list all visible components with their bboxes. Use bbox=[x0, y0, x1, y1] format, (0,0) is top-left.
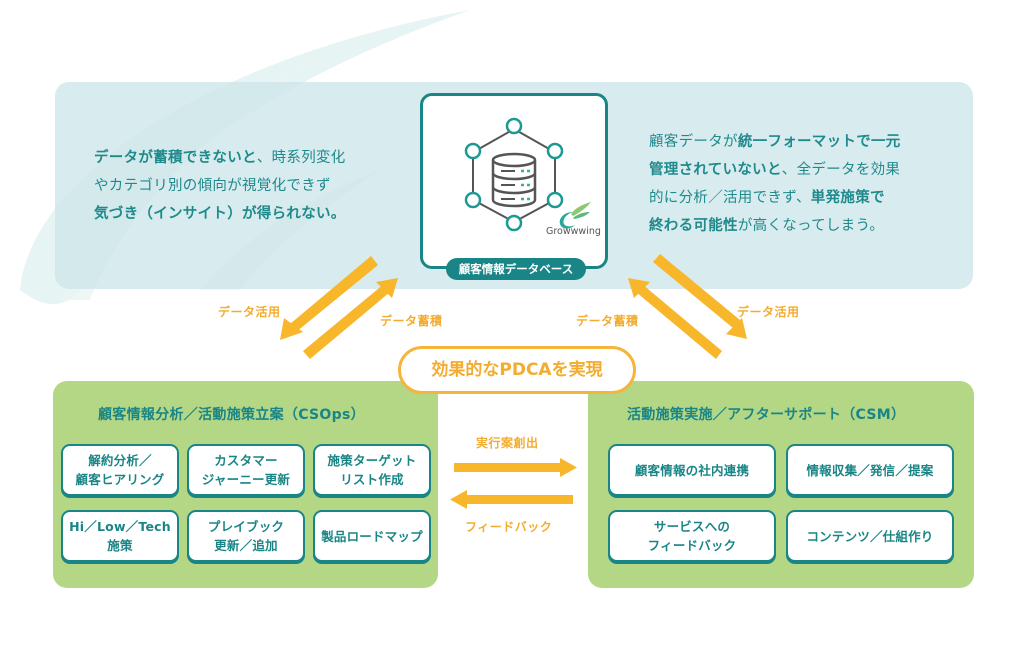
csops-item: Hi／Low／Tech 施策 bbox=[61, 510, 179, 562]
left-line1-bold: データが蓄積できないと bbox=[94, 150, 257, 166]
problem-text-left: データが蓄積できないと、時系列変化 やカテゴリ別の傾向が視覚化できず 気づき（イ… bbox=[94, 144, 394, 228]
right-line4-bold: 終わる可能性 bbox=[649, 218, 738, 234]
right-line2-bold: 管理されていないと bbox=[649, 162, 782, 178]
problem-text-right: 顧客データが統一フォーマットで一元 管理されていないと、全データを効果 的に分析… bbox=[649, 128, 949, 240]
csm-item: サービスへの フィードバック bbox=[608, 510, 776, 562]
csops-item: プレイブック 更新／追加 bbox=[187, 510, 305, 562]
right-line2-rest: 、全データを効果 bbox=[781, 162, 901, 178]
csops-item: 施策ターゲット リスト作成 bbox=[313, 444, 431, 496]
brand-name: Growwwing bbox=[546, 226, 601, 237]
csops-title: 顧客情報分析／活動施策立案（CSOps） bbox=[98, 407, 365, 423]
arrow-feedback-left bbox=[450, 490, 573, 509]
database-network-icon bbox=[464, 117, 591, 232]
arrow-execute-right bbox=[454, 458, 577, 477]
growwwing-logo-icon bbox=[559, 202, 591, 229]
csops-item: カスタマー ジャーニー更新 bbox=[187, 444, 305, 496]
label-left-data-store: データ蓄積 bbox=[380, 314, 443, 328]
left-line3-bold: 気づき（インサイト）が得られない。 bbox=[94, 206, 346, 222]
left-line1-rest: 、時系列変化 bbox=[256, 150, 346, 166]
csm-title: 活動施策実施／アフターサポート（CSM） bbox=[627, 407, 906, 423]
label-execute: 実行案創出 bbox=[476, 436, 539, 450]
right-line4-rest: が高くなってしまう。 bbox=[737, 218, 885, 234]
right-line1-normal: 顧客データが bbox=[649, 134, 738, 150]
arrow-right-data-store bbox=[628, 278, 722, 359]
csm-item: 情報収集／発信／提案 bbox=[786, 444, 954, 496]
csm-item: コンテンツ／仕組作り bbox=[786, 510, 954, 562]
csm-item: 顧客情報の社内連携 bbox=[608, 444, 776, 496]
label-right-data-store: データ蓄積 bbox=[576, 314, 639, 328]
label-right-data-use: データ活用 bbox=[737, 305, 800, 319]
label-feedback: フィードバック bbox=[465, 520, 553, 534]
database-card bbox=[420, 93, 608, 269]
right-line1-bold: 統一フォーマットで一元 bbox=[737, 134, 901, 150]
left-line2: やカテゴリ別の傾向が視覚化できず bbox=[94, 178, 331, 194]
csops-item: 解約分析／ 顧客ヒアリング bbox=[61, 444, 179, 496]
right-line3-normal: 的に分析／活用できず、 bbox=[649, 190, 811, 206]
csops-item: 製品ロードマップ bbox=[313, 510, 431, 562]
label-left-data-use: データ活用 bbox=[218, 305, 281, 319]
right-line3-bold: 単発施策で bbox=[810, 190, 885, 206]
database-label: 顧客情報データベース bbox=[446, 258, 586, 280]
pdca-badge: 効果的なPDCAを実現 bbox=[398, 346, 636, 394]
